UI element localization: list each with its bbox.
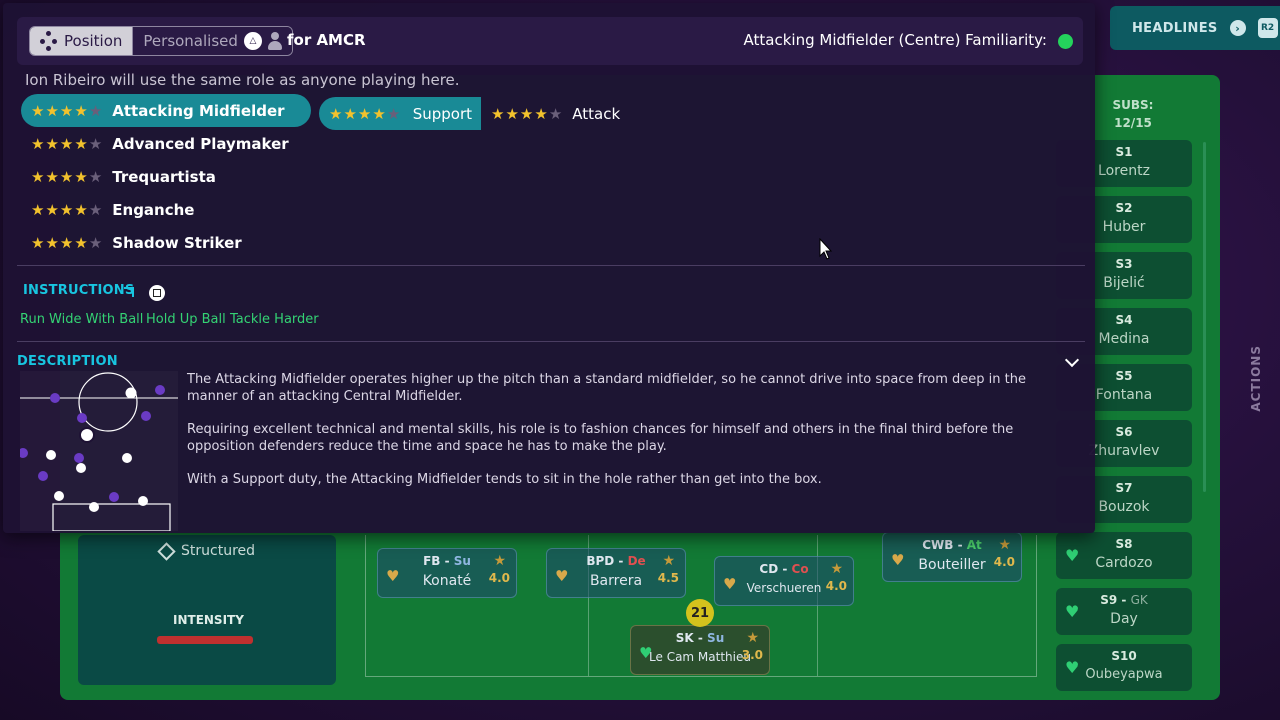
duty-support[interactable]: ★ ★ ★ ★ ★ Support <box>319 97 481 130</box>
role-name: Shadow Striker <box>112 233 242 252</box>
role-trequartista[interactable]: ★ ★ ★ ★ ★ Trequartista <box>21 160 216 193</box>
description-paragraph: With a Support duty, the Attacking Midfi… <box>187 472 822 487</box>
subs-count: 12/15 <box>1114 116 1152 130</box>
familiarity-label: Attacking Midfielder (Centre) Familiarit… <box>743 31 1047 49</box>
arrow-right-icon: › <box>1229 20 1246 36</box>
role-note: Ion Ribeiro will use the same role as an… <box>25 71 460 89</box>
person-icon <box>267 32 282 50</box>
player-rating: 4.0 <box>993 555 1015 569</box>
star-icon: ★ <box>662 553 675 569</box>
star-icon: ★ <box>493 553 506 569</box>
sub-item[interactable]: ♥ S9 - GK Day <box>1056 588 1192 635</box>
mouse-cursor-icon <box>819 238 833 260</box>
headlines-label: HEADLINES <box>1132 20 1218 36</box>
divider <box>17 341 1085 342</box>
star-icon: ★ <box>830 561 843 577</box>
player-card-bpd[interactable]: ♥ BPD - De Barrera ★ 4.5 <box>546 548 686 598</box>
instruction-item: Tackle Harder <box>230 312 319 327</box>
headlines-button[interactable]: HEADLINES › R2 <box>1110 6 1280 50</box>
actions-tab[interactable]: ACTIONS <box>1249 345 1263 412</box>
instruction-item: Run Wide With Ball <box>20 312 144 327</box>
mentality-label: Structured <box>181 543 256 559</box>
intensity-bar[interactable] <box>157 636 253 644</box>
star-icon: ★ <box>998 537 1011 553</box>
role-name: Attacking Midfielder <box>112 101 285 120</box>
heart-icon: ♥ <box>1065 602 1080 621</box>
position-target-label: for AMCR <box>287 31 366 49</box>
chevron-down-icon[interactable] <box>1064 352 1080 368</box>
duty-rating-stars: ★ ★ ★ ★ ★ <box>329 104 401 123</box>
tab-position-label: Position <box>64 32 123 50</box>
role-rating-stars: ★ ★ ★ ★ ★ <box>31 200 103 219</box>
role-rating-stars: ★ ★ ★ ★ ★ <box>31 134 103 153</box>
r2-button-icon: R2 <box>1257 18 1278 38</box>
tab-personalised-label: Personalised <box>143 32 238 50</box>
description-paragraph: Requiring excellent technical and mental… <box>187 422 1014 454</box>
player-card-cd[interactable]: ♥ CD - Co Verschueren ★ 4.0 <box>714 556 854 606</box>
heart-icon: ♥ <box>1065 658 1080 677</box>
divider <box>17 265 1085 266</box>
subs-title: SUBS: <box>1112 98 1154 112</box>
duty-name: Support <box>412 104 472 123</box>
subs-header: SUBS: 12/15 <box>1098 96 1168 132</box>
description-paragraph: The Attacking Midfielder operates higher… <box>187 372 1026 404</box>
player-rating: 4.0 <box>488 571 510 585</box>
role-name: Trequartista <box>112 167 216 186</box>
duty-rating-stars: ★ ★ ★ ★ ★ <box>491 104 563 123</box>
player-rating: 3.0 <box>741 648 763 662</box>
role-rating-stars: ★ ★ ★ ★ ★ <box>31 233 103 252</box>
instruction-item: Hold Up Ball <box>146 312 226 327</box>
role-movement-diagram <box>20 372 178 531</box>
panel-header: Position Personalised △ for AMCR Attacki… <box>17 17 1083 65</box>
role-name: Advanced Playmaker <box>112 134 289 153</box>
square-button-icon[interactable] <box>149 285 165 301</box>
mode-tabs: Position Personalised △ <box>29 26 293 56</box>
triangle-button-icon: △ <box>243 32 262 50</box>
expand-icon[interactable] <box>124 287 134 297</box>
player-card-cwb[interactable]: ♥ CWB - At Bouteiller ★ 4.0 <box>882 532 1022 582</box>
role-advanced-playmaker[interactable]: ★ ★ ★ ★ ★ Advanced Playmaker <box>21 127 289 160</box>
player-rating: 4.5 <box>657 571 679 585</box>
player-card-sk[interactable]: ♥ SK - Su Le Cam Matthieu ★ 3.0 <box>630 625 770 675</box>
mentality-value[interactable]: Structured <box>157 541 256 561</box>
role-attacking-midfielder[interactable]: ★ ★ ★ ★ ★ Attacking Midfielder <box>21 94 311 127</box>
role-name: Enganche <box>112 200 195 219</box>
sub-item[interactable]: ♥ S8 Cardozo <box>1056 532 1192 579</box>
shirt-number-badge: 21 <box>686 599 714 627</box>
subs-scrollbar[interactable] <box>1203 142 1206 492</box>
role-rating-stars: ★ ★ ★ ★ ★ <box>31 101 103 120</box>
role-enganche[interactable]: ★ ★ ★ ★ ★ Enganche <box>21 193 194 226</box>
tab-personalised[interactable]: Personalised △ <box>132 27 292 55</box>
instructions-title: INSTRUCTIONS <box>23 283 135 298</box>
player-card-fb[interactable]: ♥ FB - Su Konaté ★ 4.0 <box>377 548 517 598</box>
sub-item[interactable]: ♥ S10 Oubeyapwa <box>1056 644 1192 691</box>
diamond-icon <box>157 541 176 561</box>
heart-icon: ♥ <box>1065 546 1080 565</box>
familiarity-indicator <box>1058 34 1073 49</box>
duty-name: Attack <box>572 104 621 123</box>
role-rating-stars: ★ ★ ★ ★ ★ <box>31 167 103 186</box>
star-icon: ★ <box>746 630 759 646</box>
role-shadow-striker[interactable]: ★ ★ ★ ★ ★ Shadow Striker <box>21 226 242 259</box>
tab-position[interactable]: Position <box>30 27 133 55</box>
description-title: DESCRIPTION <box>17 354 118 369</box>
formation-icon <box>40 31 58 51</box>
intensity-label: INTENSITY <box>173 613 244 627</box>
player-rating: 4.0 <box>825 579 847 593</box>
duty-attack[interactable]: ★ ★ ★ ★ ★ Attack <box>481 97 620 130</box>
role-selection-panel: Position Personalised △ for AMCR Attacki… <box>3 3 1095 533</box>
